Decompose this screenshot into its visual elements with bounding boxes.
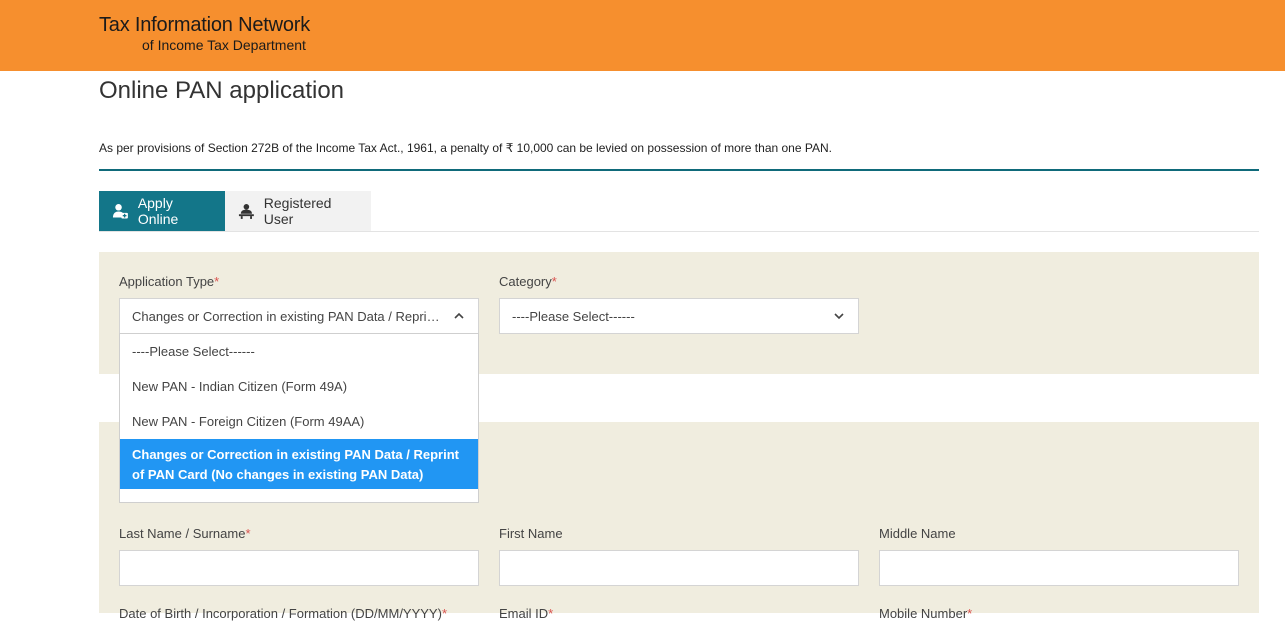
option-new-pan-indian[interactable]: New PAN - Indian Citizen (Form 49A) — [120, 369, 478, 404]
page-title: Online PAN application — [99, 77, 345, 104]
last-name-label: Last Name / Surname* — [119, 526, 251, 541]
tab-registered-user-label: Registered User — [263, 195, 332, 227]
option-new-pan-foreign[interactable]: New PAN - Foreign Citizen (Form 49AA) — [120, 404, 478, 439]
email-label: Email ID* — [499, 606, 554, 621]
application-type-select[interactable]: Changes or Correction in existing PAN Da… — [119, 298, 479, 334]
category-label: Category* — [499, 274, 557, 289]
site-header: Tax Information Network of Income Tax De… — [0, 0, 1285, 71]
penalty-notice: As per provisions of Section 272B of the… — [99, 141, 832, 155]
chevron-up-icon — [454, 312, 464, 319]
option-please-select[interactable]: ----Please Select------ — [120, 334, 478, 369]
category-select[interactable]: ----Please Select------ — [499, 298, 859, 334]
tabs-divider — [99, 231, 1259, 232]
application-type-options: ----Please Select------ New PAN - Indian… — [119, 333, 479, 503]
application-type-value: Changes or Correction in existing PAN Da… — [132, 308, 446, 324]
application-type-label: Application Type* — [119, 274, 220, 289]
first-name-label: First Name — [499, 526, 563, 541]
chevron-down-icon — [834, 313, 844, 320]
brand-subtitle: of Income Tax Department — [142, 37, 306, 53]
tab-bar: Apply Online Registered User — [99, 191, 371, 231]
category-value: ----Please Select------ — [512, 308, 635, 324]
tab-apply-online-label: Apply Online — [137, 195, 179, 227]
user-add-icon — [112, 203, 128, 219]
middle-name-label: Middle Name — [879, 526, 956, 541]
tab-apply-online[interactable]: Apply Online — [99, 191, 225, 231]
first-name-input[interactable] — [499, 550, 859, 586]
last-name-input[interactable] — [119, 550, 479, 586]
tab-registered-user[interactable]: Registered User — [225, 191, 371, 231]
divider — [99, 169, 1259, 171]
middle-name-input[interactable] — [879, 550, 1239, 586]
registered-user-icon — [238, 204, 254, 219]
dob-label: Date of Birth / Incorporation / Formatio… — [119, 606, 447, 621]
brand-title: Tax Information Network — [99, 14, 311, 36]
option-changes-correction[interactable]: Changes or Correction in existing PAN Da… — [120, 439, 478, 489]
mobile-label: Mobile Number* — [879, 606, 973, 621]
